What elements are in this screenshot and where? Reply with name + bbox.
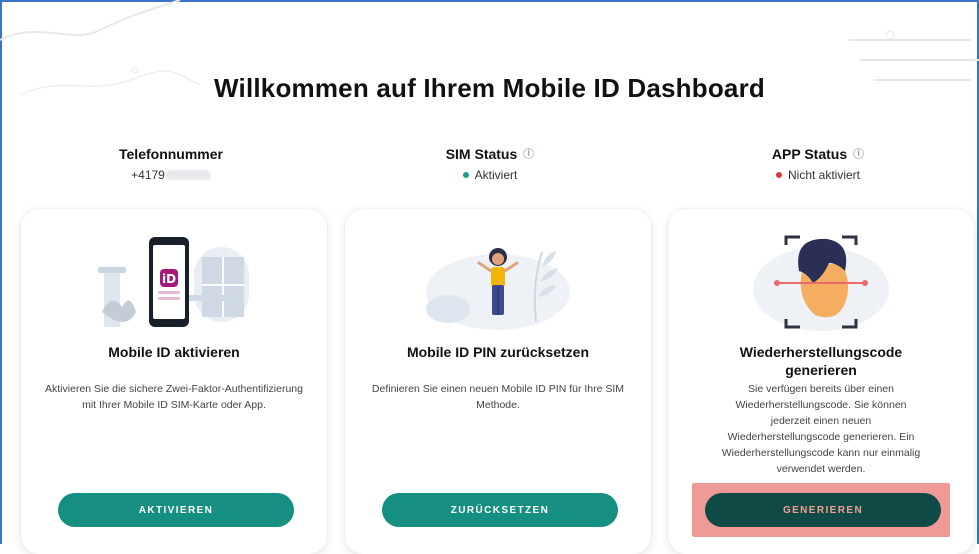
status-dot-red: [775, 172, 782, 178]
svg-text:iD: iD: [162, 272, 176, 286]
status-dot-green: [462, 172, 469, 178]
app-status-value: Nicht aktiviert: [787, 168, 861, 182]
card-description: Aktivieren Sie die sichere Zwei-Faktor-A…: [45, 383, 303, 411]
info-icon[interactable]: i: [853, 148, 865, 159]
sim-status-label: SIM Status: [445, 146, 518, 162]
phone-label: Telefonnummer: [119, 146, 223, 162]
card-title: Mobile ID aktivieren: [108, 344, 240, 360]
app-status: APP Status i Nicht aktiviert: [688, 146, 948, 182]
activate-button[interactable]: AKTIVIEREN: [58, 493, 294, 527]
card-title: Mobile ID PIN zurücksetzen: [406, 344, 590, 360]
phone-number: +4179: [131, 168, 165, 182]
sim-status-value: Aktiviert: [474, 168, 518, 182]
sim-status-label-row: SIM Status i: [360, 146, 620, 162]
card-description: Sie verfügen bereits über einen Wiederhe…: [721, 383, 921, 475]
phone-illustration-icon: iD: [98, 237, 249, 327]
sim-status-value-row: Aktiviert: [360, 168, 620, 182]
app-status-label: APP Status: [771, 146, 848, 162]
redacted-digits: [164, 170, 211, 180]
phone-status: Telefonnummer +4179: [41, 146, 301, 182]
card-reset-pin: Mobile ID PIN zurücksetzen Definieren Si…: [345, 209, 651, 554]
app-status-label-row: APP Status i: [688, 146, 948, 162]
sim-status: SIM Status i Aktiviert: [360, 146, 620, 182]
app-status-value-row: Nicht aktiviert: [688, 168, 948, 182]
person-illustration-icon: [426, 248, 570, 330]
face-scan-illustration-icon: [753, 235, 889, 331]
card-title: Wiederherstellungscode generieren: [739, 344, 903, 378]
card-recovery-code: Wiederherstellungscode generieren Sie ve…: [668, 209, 974, 554]
card-activate: iD Mobile ID aktivieren Aktivieren Sie d…: [21, 209, 327, 554]
card-description: Definieren Sie einen neuen Mobile ID PIN…: [371, 383, 625, 411]
generate-button[interactable]: GENERIEREN: [705, 493, 941, 527]
reset-button[interactable]: ZURÜCKSETZEN: [382, 493, 618, 527]
info-icon[interactable]: i: [523, 148, 535, 159]
phone-value: +4179: [41, 168, 301, 182]
page-title: Willkommen auf Ihrem Mobile ID Dashboard: [214, 73, 765, 104]
